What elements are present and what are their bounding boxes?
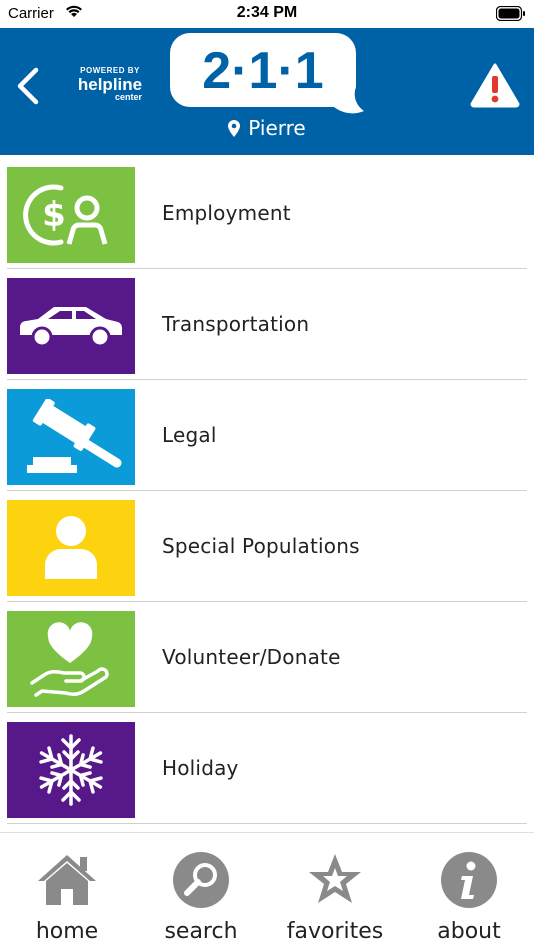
svg-text:$: $ xyxy=(42,195,66,235)
category-label: Volunteer/Donate xyxy=(162,645,341,669)
back-button[interactable] xyxy=(14,66,44,106)
category-label: Transportation xyxy=(162,312,310,336)
heart-hand-icon xyxy=(30,622,109,697)
category-label: Legal xyxy=(162,423,217,447)
chevron-left-icon xyxy=(17,67,39,105)
category-tile xyxy=(7,722,135,818)
divider xyxy=(7,712,527,713)
divider xyxy=(7,268,527,269)
status-time: 2:34 PM xyxy=(236,4,298,21)
tab-favorites[interactable]: favorites xyxy=(268,833,402,951)
category-item-special-populations[interactable]: Special Populations xyxy=(0,498,534,609)
app-header: POWERED BY helpline center 2·1·1 Pierre xyxy=(0,28,534,155)
location-pin-icon xyxy=(228,120,241,137)
battery-icon xyxy=(495,5,526,26)
location-name: Pierre xyxy=(248,116,306,140)
powered-by-logo: POWERED BY helpline center xyxy=(70,66,150,102)
category-list: $ Employment Transportation Legal Specia… xyxy=(0,165,534,831)
snowflake-icon xyxy=(35,734,107,806)
tab-label: about xyxy=(437,919,501,944)
category-tile xyxy=(7,611,135,707)
category-label: Holiday xyxy=(162,756,239,780)
powered-by-label: POWERED BY xyxy=(80,66,140,75)
tab-label: search xyxy=(164,919,238,944)
category-tile: $ xyxy=(7,167,135,263)
category-item-legal[interactable]: Legal xyxy=(0,387,534,498)
location-label[interactable]: Pierre xyxy=(0,116,534,140)
logo-211: 2·1·1 xyxy=(202,42,324,100)
divider xyxy=(7,379,527,380)
helpline-label: helpline xyxy=(77,75,143,94)
divider xyxy=(7,601,527,602)
tab-bar: home search favorites about xyxy=(0,832,534,951)
category-tile xyxy=(7,500,135,596)
category-item-holiday[interactable]: Holiday xyxy=(0,720,534,831)
category-label: Employment xyxy=(162,201,291,225)
warning-icon xyxy=(470,63,520,108)
category-item-volunteer-donate[interactable]: Volunteer/Donate xyxy=(0,609,534,720)
home-icon xyxy=(38,855,96,905)
tab-label: favorites xyxy=(286,919,384,944)
category-label: Special Populations xyxy=(162,534,360,558)
tab-about[interactable]: about xyxy=(402,833,534,951)
person-icon xyxy=(45,516,97,579)
divider xyxy=(7,823,527,824)
star-icon xyxy=(309,854,361,903)
employment-icon: $ xyxy=(23,184,108,246)
category-tile xyxy=(7,278,135,374)
gavel-icon xyxy=(27,399,122,473)
info-icon xyxy=(441,852,497,908)
center-label: center xyxy=(114,92,142,102)
tab-home[interactable]: home xyxy=(0,833,134,951)
category-item-employment[interactable]: $ Employment xyxy=(0,165,534,276)
divider xyxy=(7,490,527,491)
car-icon xyxy=(20,307,123,348)
tab-search[interactable]: search xyxy=(134,833,268,951)
category-tile xyxy=(7,389,135,485)
tab-label: home xyxy=(35,919,99,944)
search-icon xyxy=(173,852,229,908)
category-item-transportation[interactable]: Transportation xyxy=(0,276,534,387)
alert-button[interactable] xyxy=(470,62,520,108)
status-bar: Carrier 2:34 PM xyxy=(0,0,534,28)
